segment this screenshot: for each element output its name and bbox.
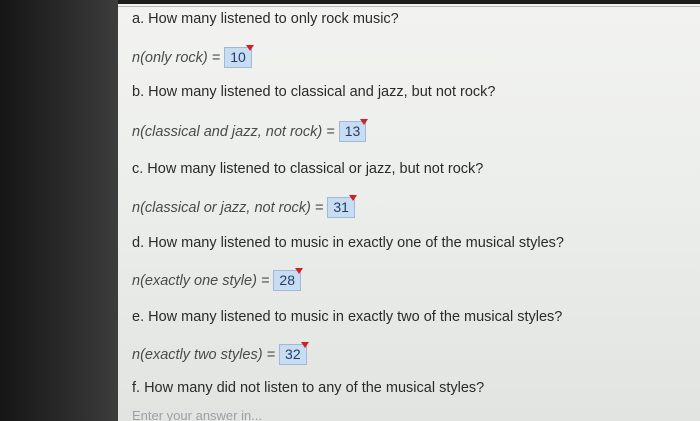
question-c: c. How many listened to classical or jaz… (132, 161, 484, 177)
question-panel: a. How many listened to only rock music?… (118, 4, 700, 421)
divider (118, 6, 700, 7)
answer-field-e[interactable]: 32 (279, 342, 309, 365)
question-b: b. How many listened to classical and ja… (132, 84, 496, 100)
answer-field-b[interactable]: 13 (338, 119, 368, 142)
answer-row-e: n(exactly two styles) = 32 (132, 342, 309, 365)
monitor-bezel-left (0, 0, 118, 421)
answer-field-c[interactable]: 31 (327, 195, 357, 218)
question-e: e. How many listened to music in exactly… (132, 309, 563, 325)
answer-row-a: n(only rock) = 10 (132, 45, 254, 68)
answer-label-e: n(exactly two styles) = (132, 346, 276, 363)
answer-label-d: n(exactly one style) = (132, 272, 270, 289)
answer-label-a: n(only rock) = (132, 49, 221, 66)
answer-label-b: n(classical and jazz, not rock) = (132, 123, 335, 140)
answer-row-b: n(classical and jazz, not rock) = 13 (132, 119, 368, 142)
question-d: d. How many listened to music in exactly… (132, 235, 564, 251)
answer-input-placeholder[interactable]: Enter your answer in... (132, 408, 262, 421)
answer-field-a[interactable]: 10 (224, 45, 254, 68)
answer-row-c: n(classical or jazz, not rock) = 31 (132, 195, 357, 218)
question-a: a. How many listened to only rock music? (132, 11, 399, 27)
answer-field-d[interactable]: 28 (273, 268, 303, 291)
answer-row-d: n(exactly one style) = 28 (132, 268, 303, 291)
answer-label-c: n(classical or jazz, not rock) = (132, 199, 324, 216)
question-f: f. How many did not listen to any of the… (132, 380, 485, 396)
